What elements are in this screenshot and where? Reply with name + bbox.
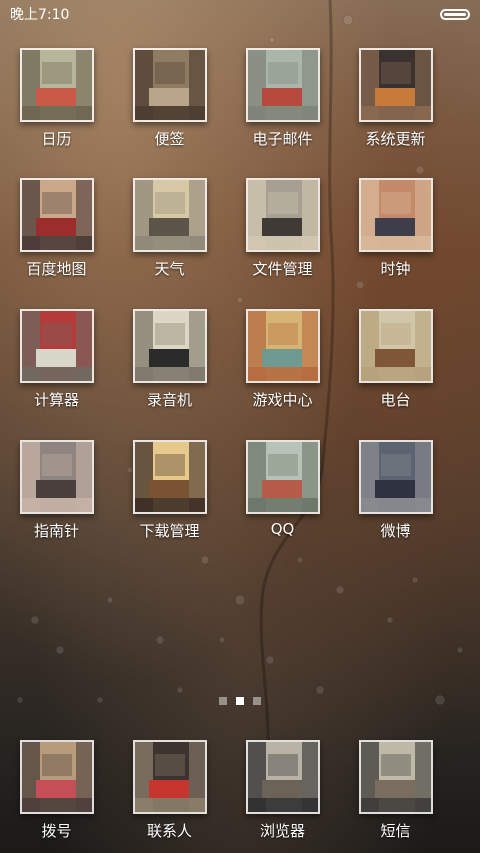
- dock-browser[interactable]: 浏览器: [226, 740, 339, 841]
- app-calendar[interactable]: 日历: [0, 48, 113, 149]
- phone-icon: [19, 740, 94, 814]
- calculator-icon: [19, 309, 94, 383]
- app-weibo[interactable]: 微博: [339, 440, 452, 541]
- files-icon: [245, 178, 320, 252]
- page-dot[interactable]: [236, 697, 244, 705]
- status-time: 晚上7:10: [10, 7, 70, 23]
- weather-icon: [132, 178, 207, 252]
- qq-icon: [245, 440, 320, 514]
- app-download[interactable]: 下载管理: [113, 440, 226, 541]
- game-icon: [245, 309, 320, 383]
- dock-label: 联系人: [146, 822, 192, 840]
- page-dot[interactable]: [253, 697, 261, 705]
- notes-icon: [132, 48, 207, 122]
- app-label: 百度地图: [26, 260, 87, 278]
- dock-label: 短信: [380, 822, 411, 840]
- download-icon: [132, 440, 207, 514]
- contacts-icon: [132, 740, 207, 814]
- app-clock[interactable]: 时钟: [339, 178, 452, 279]
- messages-icon: [358, 740, 433, 814]
- app-calculator[interactable]: 计算器: [0, 309, 113, 410]
- app-label: QQ: [270, 520, 295, 538]
- app-weather[interactable]: 天气: [113, 178, 226, 279]
- app-update[interactable]: 系统更新: [339, 48, 452, 149]
- app-label: 电子邮件: [252, 130, 313, 148]
- clock-icon: [358, 178, 433, 252]
- battery-icon: [440, 8, 470, 20]
- dock-messages[interactable]: 短信: [339, 740, 452, 841]
- app-label: 日历: [41, 130, 72, 148]
- app-label: 录音机: [146, 391, 192, 409]
- update-icon: [358, 48, 433, 122]
- app-label: 便签: [154, 130, 185, 148]
- app-radio[interactable]: 电台: [339, 309, 452, 410]
- weibo-icon: [358, 440, 433, 514]
- app-game[interactable]: 游戏中心: [226, 309, 339, 410]
- app-label: 文件管理: [252, 260, 313, 278]
- page-indicator: [0, 697, 480, 705]
- dock-phone[interactable]: 拨号: [0, 740, 113, 841]
- recorder-icon: [132, 309, 207, 383]
- app-qq[interactable]: QQ: [226, 440, 339, 538]
- app-label: 游戏中心: [252, 391, 313, 409]
- app-email[interactable]: 电子邮件: [226, 48, 339, 149]
- radio-icon: [358, 309, 433, 383]
- app-label: 天气: [154, 260, 185, 278]
- app-compass[interactable]: 指南针: [0, 440, 113, 541]
- dock-label: 浏览器: [259, 822, 305, 840]
- app-label: 下载管理: [139, 522, 200, 540]
- app-label: 指南针: [33, 522, 79, 540]
- email-icon: [245, 48, 320, 122]
- app-label: 计算器: [33, 391, 79, 409]
- dock-label: 拨号: [41, 822, 72, 840]
- app-notes[interactable]: 便签: [113, 48, 226, 149]
- dock-contacts[interactable]: 联系人: [113, 740, 226, 841]
- page-dot[interactable]: [219, 697, 227, 705]
- app-label: 系统更新: [365, 130, 426, 148]
- calendar-icon: [19, 48, 94, 122]
- map-icon: [19, 178, 94, 252]
- app-map[interactable]: 百度地图: [0, 178, 113, 279]
- status-bar: 晚上7:10: [0, 0, 480, 28]
- compass-icon: [19, 440, 94, 514]
- app-label: 电台: [380, 391, 411, 409]
- app-label: 微博: [380, 522, 411, 540]
- app-files[interactable]: 文件管理: [226, 178, 339, 279]
- app-recorder[interactable]: 录音机: [113, 309, 226, 410]
- app-label: 时钟: [380, 260, 411, 278]
- browser-icon: [245, 740, 320, 814]
